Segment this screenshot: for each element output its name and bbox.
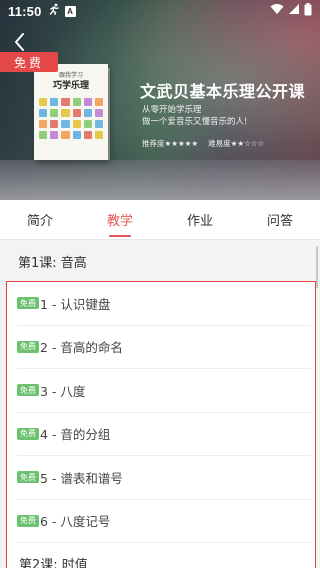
course-title: 文武贝基本乐理公开课	[140, 82, 306, 101]
back-button[interactable]	[8, 30, 32, 54]
recommend-rating: 推荐度★★★★★	[142, 139, 199, 148]
free-badge: 免费	[17, 297, 39, 310]
section-header[interactable]: 第2课: 时值	[7, 543, 315, 568]
scrollbar[interactable]	[316, 246, 318, 288]
tab-teaching[interactable]: 教学	[80, 200, 160, 239]
lesson-label: 5 - 谱表和谱号	[40, 470, 123, 486]
lesson-list: 免费 1 - 认识键盘 免费 2 - 音高的命名 免费 3 - 八度 免费 4 …	[6, 281, 316, 568]
free-badge: 免费	[17, 384, 39, 397]
course-subtitle: 从零开始学乐理 做一个爱音乐又懂音乐的人!	[142, 105, 248, 127]
lesson-content: 第1课: 音高 免费 1 - 认识键盘 免费 2 - 音高的命名 免费 3 - …	[0, 241, 320, 568]
lesson-item[interactable]: 免费 3 - 八度	[17, 369, 311, 413]
lesson-item[interactable]: 免费 4 - 音的分组	[17, 413, 311, 456]
free-badge: 免费	[17, 427, 39, 440]
free-badge: 免费	[17, 471, 39, 484]
lesson-item[interactable]: 免费 1 - 认识键盘	[17, 282, 311, 326]
wifi-icon	[270, 3, 284, 19]
lesson-label: 1 - 认识键盘	[40, 296, 111, 312]
free-badge: 免费	[17, 514, 39, 527]
book-cover-art	[39, 98, 103, 139]
lesson-label: 6 - 八度记号	[40, 514, 111, 530]
status-bar: 11:50 A	[0, 0, 320, 22]
tab-homework[interactable]: 作业	[160, 200, 240, 239]
lesson-item[interactable]: 免费 2 - 音高的命名	[17, 326, 311, 369]
lesson-item[interactable]: 免费 5 - 谱表和谱号	[17, 456, 311, 500]
lesson-label: 4 - 音的分组	[40, 427, 111, 443]
section-header[interactable]: 第1课: 音高	[0, 241, 320, 281]
lesson-label: 3 - 八度	[40, 383, 86, 399]
notification-a-icon: A	[64, 5, 76, 17]
chevron-left-icon	[15, 33, 24, 51]
running-icon	[48, 3, 60, 19]
banner-bottom-fade	[0, 160, 320, 200]
status-time: 11:50	[8, 3, 42, 19]
free-badge: 免费	[17, 340, 39, 353]
tab-bar: 简介 教学 作业 问答	[0, 200, 320, 240]
lesson-label: 2 - 音高的命名	[40, 340, 123, 356]
signal-icon	[288, 3, 300, 19]
book-title: 跟我学习 巧学乐理	[52, 72, 89, 91]
free-ribbon: 免费	[0, 52, 58, 72]
lesson-item[interactable]: 免费 6 - 八度记号	[17, 500, 311, 543]
book-cover-image: 跟我学习 巧学乐理	[34, 64, 108, 160]
battery-icon	[304, 2, 312, 20]
course-ratings: 推荐度★★★★★ 难易度★★☆☆☆	[142, 138, 264, 149]
tab-intro[interactable]: 简介	[0, 200, 80, 239]
difficulty-rating: 难易度★★☆☆☆	[208, 139, 265, 148]
tab-qa[interactable]: 问答	[240, 200, 320, 239]
